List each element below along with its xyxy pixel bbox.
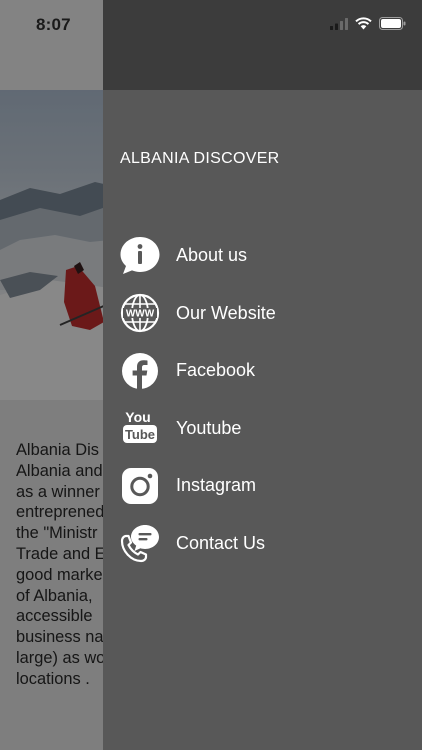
status-bar: 8:07 xyxy=(0,0,422,50)
battery-icon xyxy=(379,17,406,35)
status-time: 8:07 xyxy=(36,15,71,34)
side-drawer: ALBANIA DISCOVER About us WWW Our Websit… xyxy=(103,0,422,750)
menu-label-contact-us: Contact Us xyxy=(176,532,266,553)
menu-label-our-website: Our Website xyxy=(176,302,276,323)
wifi-icon xyxy=(355,17,372,35)
menu-label-youtube: Youtube xyxy=(176,417,242,438)
svg-text:Tube: Tube xyxy=(125,427,155,442)
contact-phone-chat-icon xyxy=(119,522,161,564)
menu-item-about-us[interactable]: About us xyxy=(103,227,422,285)
menu-item-contact-us[interactable]: Contact Us xyxy=(103,515,422,573)
info-icon xyxy=(119,235,161,277)
svg-text:WWW: WWW xyxy=(126,309,155,320)
drawer-menu: About us WWW Our Website Facebook You Tu… xyxy=(103,227,422,572)
cellular-signal-icon xyxy=(330,17,348,35)
status-icons xyxy=(330,17,406,35)
menu-item-our-website[interactable]: WWW Our Website xyxy=(103,285,422,343)
instagram-icon xyxy=(119,465,161,507)
menu-item-facebook[interactable]: Facebook xyxy=(103,342,422,400)
globe-www-icon: WWW xyxy=(119,292,161,334)
menu-label-about-us: About us xyxy=(176,245,248,266)
svg-text:You: You xyxy=(125,409,150,425)
menu-item-youtube[interactable]: You Tube Youtube xyxy=(103,400,422,458)
drawer-title: ALBANIA DISCOVER xyxy=(120,150,280,167)
facebook-icon xyxy=(119,350,161,392)
menu-item-instagram[interactable]: Instagram xyxy=(103,457,422,515)
youtube-icon: You Tube xyxy=(119,407,161,449)
menu-label-facebook: Facebook xyxy=(176,360,256,381)
menu-label-instagram: Instagram xyxy=(176,475,257,496)
